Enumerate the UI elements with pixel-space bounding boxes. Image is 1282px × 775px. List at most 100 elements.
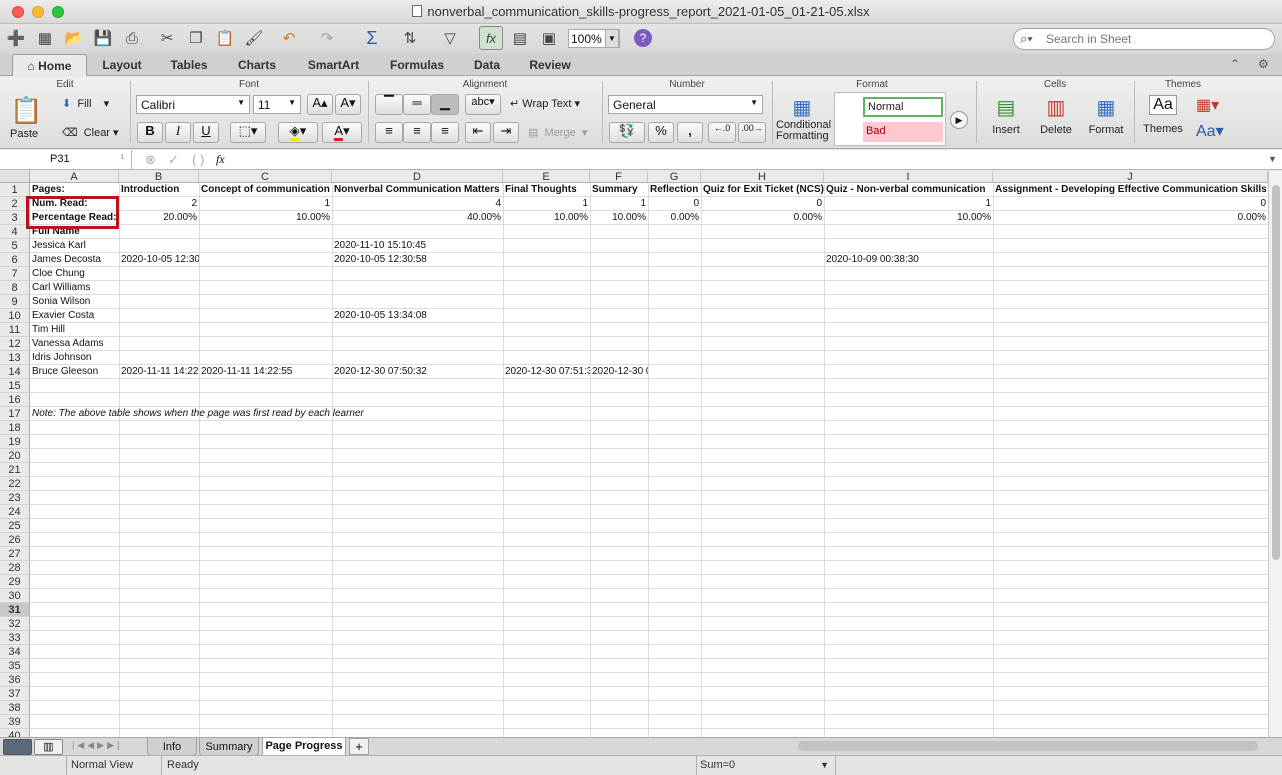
- align-right-icon[interactable]: ≡: [431, 122, 459, 143]
- sheet-tab-info[interactable]: Info: [147, 738, 197, 756]
- cell-b2[interactable]: 2: [119, 197, 199, 211]
- cell-e1[interactable]: Final Thoughts: [503, 183, 590, 197]
- cell-g1[interactable]: Reflection: [648, 183, 701, 197]
- row-header-24[interactable]: 24: [0, 505, 30, 519]
- cell-f14[interactable]: 2020-12-30 07:51:32: [590, 365, 648, 379]
- autosum-icon[interactable]: Σ: [360, 26, 384, 50]
- align-top-icon[interactable]: ▔: [375, 94, 403, 115]
- toolbox-icon[interactable]: ▣: [537, 26, 561, 50]
- row-header-9[interactable]: 9: [0, 295, 30, 309]
- increase-font-size-button[interactable]: A▴: [307, 94, 333, 115]
- conditional-formatting-button[interactable]: ▦ Conditional Formatting: [776, 95, 831, 142]
- enter-icon[interactable]: ✓: [168, 152, 179, 168]
- cell-b1[interactable]: Introduction: [119, 183, 199, 197]
- expand-formula-bar-icon[interactable]: ▼: [1268, 154, 1277, 164]
- cell-b6[interactable]: 2020-10-05 12:30:55: [119, 253, 199, 267]
- column-header-j[interactable]: J: [993, 171, 1268, 183]
- cell-a12[interactable]: Vanessa Adams: [30, 337, 119, 351]
- styles-next-icon[interactable]: ▶: [950, 111, 968, 129]
- column-header-e[interactable]: E: [503, 171, 590, 183]
- clear-button[interactable]: ⌫ Clear ▾: [62, 126, 119, 139]
- cell-f2[interactable]: 1: [590, 197, 648, 211]
- cell-c1[interactable]: Concept of communication: [199, 183, 332, 197]
- vertical-scroll-thumb[interactable]: [1272, 185, 1280, 560]
- row-header-39[interactable]: 39: [0, 715, 30, 729]
- text-orientation-icon[interactable]: abc▾: [465, 94, 501, 115]
- horizontal-scroll-thumb[interactable]: [798, 741, 1258, 751]
- row-header-37[interactable]: 37: [0, 687, 30, 701]
- row-header-6[interactable]: 6: [0, 253, 30, 267]
- fx-icon[interactable]: fx: [216, 152, 225, 167]
- increase-decimal-icon[interactable]: ←.0: [708, 122, 736, 143]
- row-header-20[interactable]: 20: [0, 449, 30, 463]
- ribbon-options-icon[interactable]: ⚙: [1258, 57, 1269, 71]
- tab-smartart[interactable]: SmartArt: [295, 54, 372, 76]
- tab-data[interactable]: Data: [460, 54, 514, 76]
- column-header-f[interactable]: F: [590, 171, 648, 183]
- save-icon[interactable]: 💾: [91, 26, 115, 50]
- italic-button[interactable]: I: [165, 122, 191, 143]
- paste-button[interactable]: 📋 Paste: [10, 95, 46, 145]
- cell-i6[interactable]: 2020-10-09 00:38:30: [824, 253, 993, 267]
- new-icon[interactable]: ➕: [4, 26, 28, 50]
- cell-g3[interactable]: 0.00%: [648, 211, 701, 225]
- row-header-21[interactable]: 21: [0, 463, 30, 477]
- underline-button[interactable]: U: [193, 122, 219, 143]
- tab-layout[interactable]: Layout: [90, 54, 154, 76]
- row-header-28[interactable]: 28: [0, 561, 30, 575]
- page-layout-view-icon[interactable]: ▥: [34, 739, 63, 755]
- comma-style-icon[interactable]: ,: [677, 122, 703, 143]
- sort-icon[interactable]: ⇅: [398, 26, 422, 50]
- undo-icon[interactable]: ↶: [277, 26, 301, 50]
- name-box[interactable]: P31 ↕: [0, 150, 132, 170]
- zoom-dropdown-icon[interactable]: ▼: [605, 29, 619, 48]
- cell-f1[interactable]: Summary: [590, 183, 648, 197]
- row-header-27[interactable]: 27: [0, 547, 30, 561]
- column-header-d[interactable]: D: [332, 171, 503, 183]
- cell-a8[interactable]: Carl Williams: [30, 281, 119, 295]
- cell-e14[interactable]: 2020-12-30 07:51:32: [503, 365, 590, 379]
- sheet-nav-icon[interactable]: |◀◀▶▶|: [72, 740, 122, 751]
- cell-c14[interactable]: 2020-11-11 14:22:55: [199, 365, 332, 379]
- merge-button[interactable]: ▤ Merge ▾: [528, 126, 587, 139]
- spreadsheet-grid[interactable]: ABCDEFGHIJ 1 2 3 4 5 6 7 8 9 10 11 12 13 14 15 16 17 18 19…: [0, 171, 1268, 737]
- cell-h2[interactable]: 0: [701, 197, 824, 211]
- tab-review[interactable]: Review: [518, 54, 582, 76]
- search-box[interactable]: ⌕▾: [1013, 28, 1275, 50]
- cell-f3[interactable]: 10.00%: [590, 211, 648, 225]
- row-header-16[interactable]: 16: [0, 393, 30, 407]
- format-cells-button[interactable]: ▦ Format: [1084, 95, 1128, 136]
- row-header-18[interactable]: 18: [0, 421, 30, 435]
- cell-i2[interactable]: 1: [824, 197, 993, 211]
- row-header-22[interactable]: 22: [0, 477, 30, 491]
- row-header-38[interactable]: 38: [0, 701, 30, 715]
- row-header-33[interactable]: 33: [0, 631, 30, 645]
- row-header-8[interactable]: 8: [0, 281, 30, 295]
- row-header-23[interactable]: 23: [0, 491, 30, 505]
- borders-icon[interactable]: ⬚▾: [230, 122, 266, 143]
- cell-a7[interactable]: Cloe Chung: [30, 267, 119, 281]
- row-header-19[interactable]: 19: [0, 435, 30, 449]
- number-format-select[interactable]: General ▼: [608, 95, 763, 114]
- paste-icon[interactable]: 📋: [213, 26, 237, 50]
- font-color-icon[interactable]: A▾: [322, 122, 362, 143]
- cell-j2[interactable]: 0: [993, 197, 1268, 211]
- cell-a17[interactable]: Note: The above table shows when the pag…: [30, 407, 630, 421]
- decrease-font-size-button[interactable]: A▾: [335, 94, 361, 115]
- row-header-13[interactable]: 13: [0, 351, 30, 365]
- row-header-1[interactable]: 1: [0, 183, 30, 197]
- formula-builder-icon[interactable]: fx: [479, 26, 503, 50]
- theme-colors-icon[interactable]: ▦▾: [1196, 95, 1219, 115]
- align-middle-icon[interactable]: ═: [403, 94, 431, 115]
- cell-d10[interactable]: 2020-10-05 13:34:08: [332, 309, 503, 323]
- print-icon[interactable]: ⎙: [120, 26, 144, 50]
- cell-d14[interactable]: 2020-12-30 07:50:32: [332, 365, 503, 379]
- cell-d2[interactable]: 4: [332, 197, 503, 211]
- cell-i3[interactable]: 10.00%: [824, 211, 993, 225]
- format-painter-icon[interactable]: 🖌: [242, 26, 266, 50]
- cell-a9[interactable]: Sonia Wilson: [30, 295, 119, 309]
- row-header-32[interactable]: 32: [0, 617, 30, 631]
- cell-h3[interactable]: 0.00%: [701, 211, 824, 225]
- name-box-stepper-icon[interactable]: ↕: [120, 151, 125, 161]
- search-input[interactable]: [1046, 32, 1266, 46]
